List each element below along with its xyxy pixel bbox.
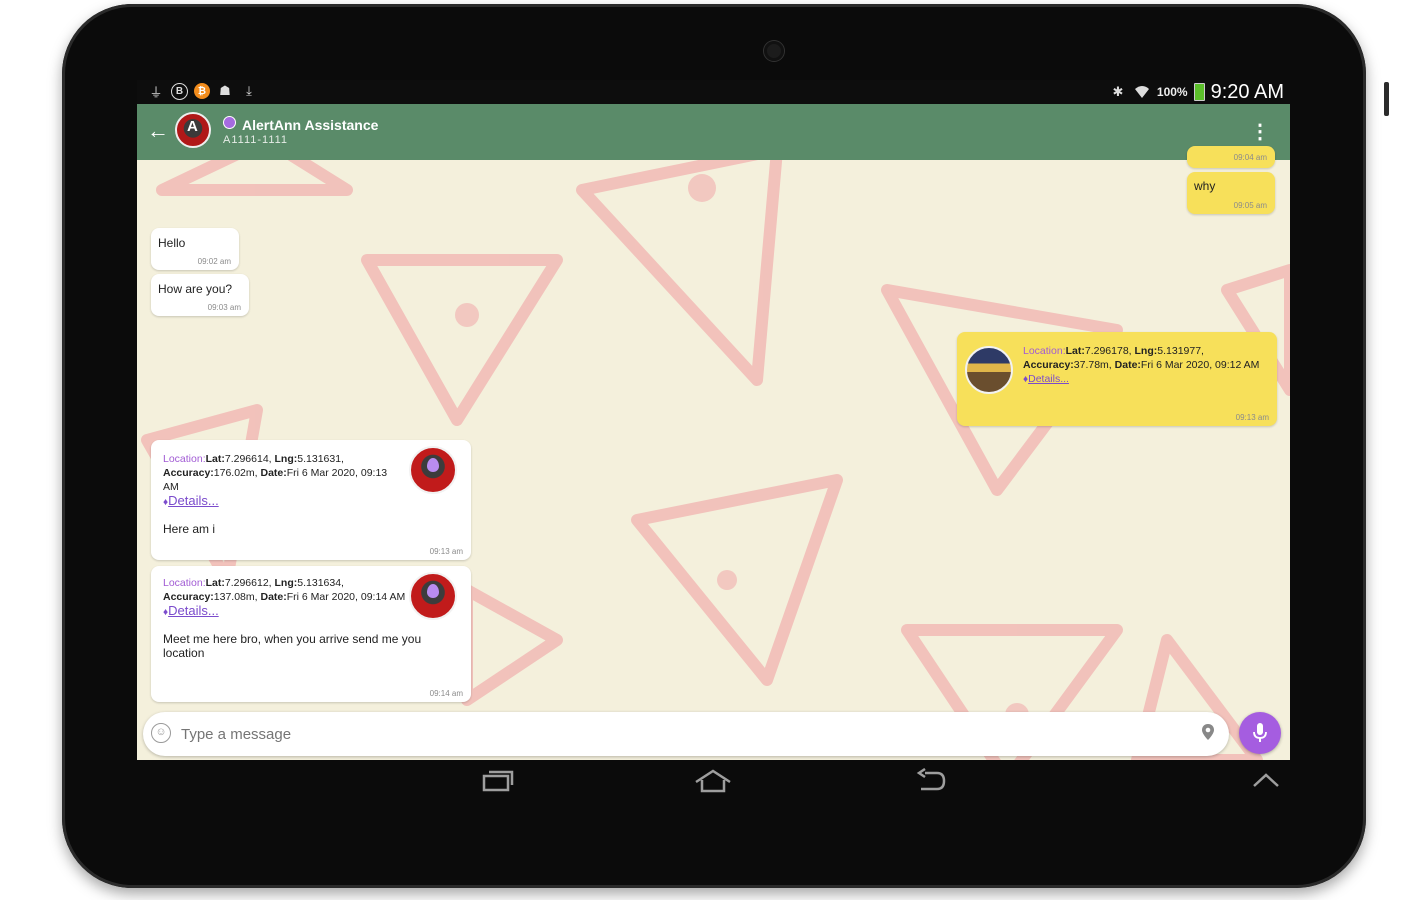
location-message-outgoing[interactable]: Location:Lat:7.296178, Lng:5.131977, Acc… bbox=[957, 332, 1277, 426]
contact-avatar[interactable] bbox=[175, 112, 211, 148]
battery-percent: 100% bbox=[1156, 85, 1188, 99]
sender-avatar bbox=[965, 346, 1013, 394]
message-time: 09:13 am bbox=[1235, 413, 1269, 422]
message-text: Here am i bbox=[163, 522, 216, 536]
location-text: Location:Lat:7.296614, Lng:5.131631, Acc… bbox=[163, 452, 398, 536]
back-icon[interactable] bbox=[915, 767, 947, 801]
device-screen: ⏚ B ₿ ☗ ⤓ ✱ 100% 9:20 AM ← AlertAnn Assi… bbox=[137, 80, 1290, 760]
overflow-menu-icon[interactable]: ⋮ bbox=[1250, 119, 1270, 144]
details-link[interactable]: Details... bbox=[1028, 373, 1069, 385]
date-value: Fri 6 Mar 2020, 09:12 AM bbox=[1140, 359, 1260, 371]
message-time: 09:02 am bbox=[197, 257, 231, 266]
lat-value: 7.296612, bbox=[224, 577, 272, 589]
lng-key: Lng: bbox=[1134, 345, 1158, 357]
location-label: Location: bbox=[1023, 345, 1066, 357]
message-time: 09:05 am bbox=[1233, 201, 1267, 210]
message-text: Hello bbox=[158, 236, 186, 250]
android-icon: ☗ bbox=[219, 83, 231, 98]
lat-value: 7.296614, bbox=[224, 453, 272, 465]
chat-header: ← AlertAnn Assistance A1111-1111 ⋮ bbox=[137, 104, 1290, 160]
message-text: Meet me here bro, when you arrive send m… bbox=[163, 632, 422, 660]
contact-name[interactable]: AlertAnn Assistance bbox=[242, 117, 378, 133]
download-icon: ⤓ bbox=[246, 83, 252, 98]
lng-value: 5.131977, bbox=[1157, 345, 1204, 357]
accuracy-value: 176.02m, bbox=[213, 467, 258, 479]
mic-icon bbox=[1253, 723, 1267, 742]
home-icon[interactable] bbox=[693, 768, 733, 801]
details-link[interactable]: Details... bbox=[168, 603, 219, 618]
location-pin-icon[interactable] bbox=[1201, 723, 1215, 746]
online-status-icon bbox=[223, 116, 236, 129]
back-arrow-icon[interactable]: ← bbox=[147, 118, 169, 144]
message-bubble-incoming[interactable]: How are you? 09:03 am bbox=[151, 274, 249, 316]
message-time: 09:13 am bbox=[429, 547, 463, 556]
lat-key: Lat: bbox=[205, 453, 225, 465]
battery-icon bbox=[1193, 83, 1205, 101]
message-time: 09:04 am bbox=[1233, 153, 1267, 162]
location-message-incoming[interactable]: Location:Lat:7.296614, Lng:5.131631, Acc… bbox=[151, 440, 471, 560]
status-bar: ⏚ B ₿ ☗ ⤓ ✱ 100% 9:20 AM bbox=[137, 80, 1290, 104]
message-bubble-incoming[interactable]: Hello 09:02 am bbox=[151, 228, 239, 270]
message-bubble-outgoing[interactable]: why 09:05 am bbox=[1187, 172, 1275, 214]
message-composer: ☺ bbox=[143, 712, 1229, 756]
recent-apps-icon[interactable] bbox=[481, 768, 515, 801]
message-input[interactable] bbox=[179, 725, 1163, 744]
accuracy-key: Accuracy: bbox=[1023, 359, 1074, 371]
bluetooth-icon: ✱ bbox=[1112, 84, 1124, 99]
message-time: 09:14 am bbox=[429, 689, 463, 698]
details-link[interactable]: Details... bbox=[168, 493, 219, 508]
date-value: Fri 6 Mar 2020, 09:14 AM bbox=[286, 591, 406, 603]
lng-key: Lng: bbox=[274, 453, 298, 465]
date-key: Date: bbox=[1114, 359, 1141, 371]
side-button bbox=[1384, 82, 1389, 116]
wifi-icon bbox=[1133, 83, 1151, 101]
sender-avatar bbox=[409, 446, 457, 494]
status-time: 9:20 AM bbox=[1210, 80, 1284, 103]
bitcoin-icon: ₿ bbox=[194, 83, 210, 99]
sender-avatar bbox=[409, 572, 457, 620]
contact-id: A1111-1111 bbox=[223, 134, 289, 146]
accuracy-value: 37.78m, bbox=[1073, 359, 1112, 371]
lat-key: Lat: bbox=[205, 577, 225, 589]
notification-icons: ⏚ B ₿ ☗ ⤓ bbox=[147, 82, 258, 100]
lng-value: 5.131634, bbox=[297, 577, 344, 589]
lat-key: Lat: bbox=[1065, 345, 1085, 357]
location-label: Location: bbox=[163, 577, 206, 589]
lng-key: Lng: bbox=[274, 577, 298, 589]
date-key: Date: bbox=[260, 467, 287, 479]
accuracy-key: Accuracy: bbox=[163, 467, 214, 479]
android-nav-bar bbox=[137, 760, 1290, 806]
chevron-up-icon[interactable] bbox=[1251, 768, 1281, 801]
mic-button[interactable] bbox=[1239, 712, 1281, 754]
location-label: Location: bbox=[163, 453, 206, 465]
usb-icon: ⏚ bbox=[149, 84, 163, 100]
message-text: why bbox=[1194, 179, 1216, 193]
accuracy-value: 137.08m, bbox=[213, 591, 258, 603]
system-icons: ✱ 100% 9:20 AM bbox=[1109, 80, 1284, 104]
b-icon: B bbox=[171, 82, 188, 100]
message-text: How are you? bbox=[158, 282, 233, 296]
location-text: Location:Lat:7.296178, Lng:5.131977, Acc… bbox=[1023, 344, 1263, 387]
front-camera bbox=[764, 41, 784, 61]
location-message-incoming[interactable]: Location:Lat:7.296612, Lng:5.131634, Acc… bbox=[151, 566, 471, 702]
message-time: 09:03 am bbox=[207, 303, 241, 312]
lng-value: 5.131631, bbox=[297, 453, 344, 465]
lat-value: 7.296178, bbox=[1084, 345, 1132, 357]
accuracy-key: Accuracy: bbox=[163, 591, 214, 603]
emoji-icon[interactable]: ☺ bbox=[151, 723, 171, 743]
message-bubble-outgoing[interactable]: 09:04 am bbox=[1187, 146, 1275, 168]
date-key: Date: bbox=[260, 591, 287, 603]
